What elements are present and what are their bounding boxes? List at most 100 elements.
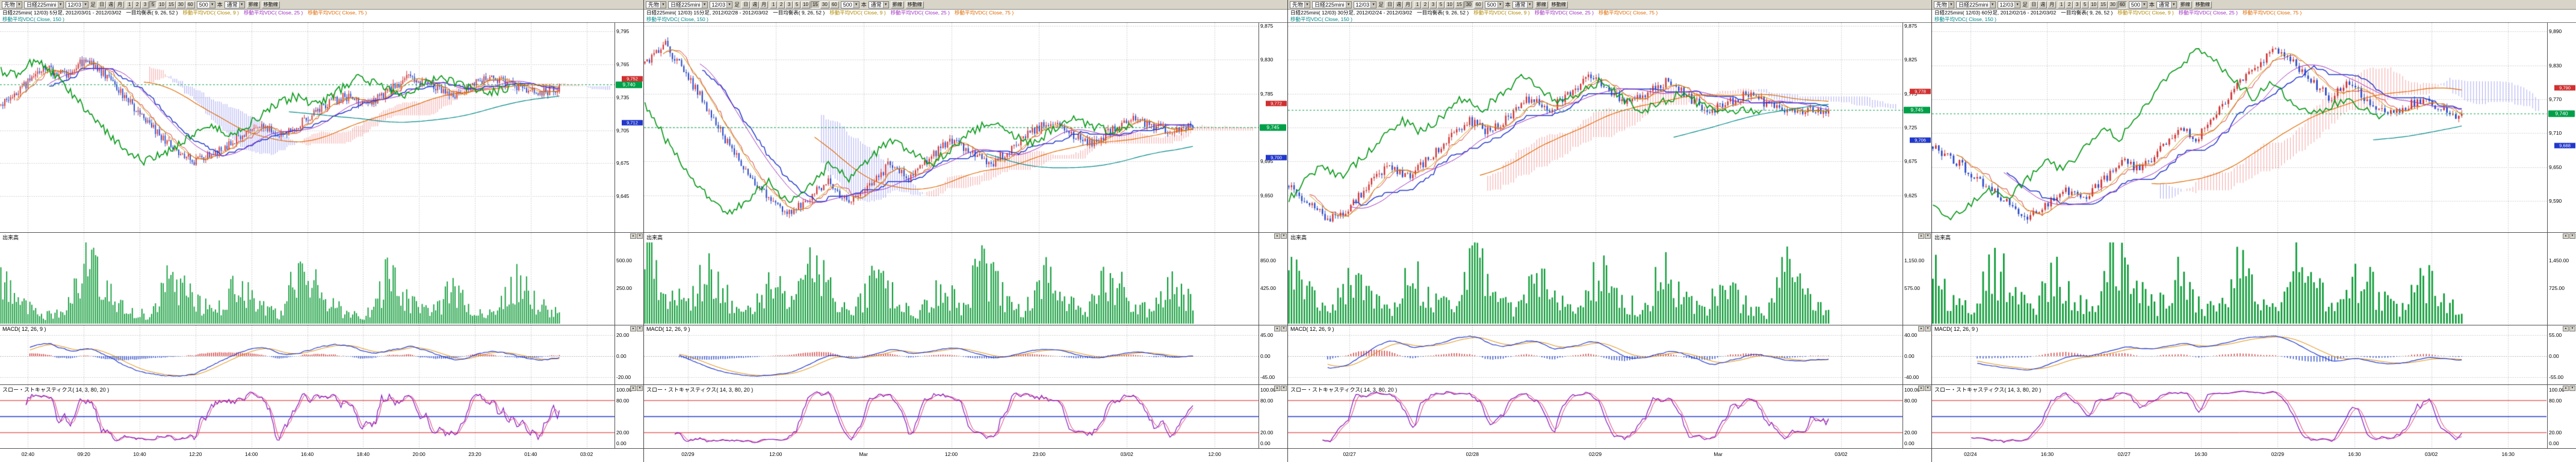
line-tool-button[interactable]: 罫線 — [891, 1, 904, 8]
collapse-down-button[interactable]: ▼ — [2569, 326, 2575, 331]
collapse-up-button[interactable]: ▲ — [2563, 386, 2569, 391]
collapse-up-button[interactable]: ▲ — [630, 233, 636, 239]
minute-button-1[interactable]: 1 — [126, 1, 133, 8]
chart-mode-select[interactable]: 通常▼ — [1512, 1, 1533, 8]
minute-button-15[interactable]: 15 — [2099, 1, 2108, 8]
minute-button-1[interactable]: 1 — [1414, 1, 1421, 8]
collapse-down-button[interactable]: ▼ — [1925, 326, 1931, 331]
chart-mode-select[interactable]: 通常▼ — [224, 1, 245, 8]
minute-button-15[interactable]: 15 — [811, 1, 820, 8]
minute-button-3[interactable]: 3 — [1429, 1, 1437, 8]
price-chart-canvas[interactable] — [0, 23, 615, 232]
price-chart-canvas[interactable] — [1288, 23, 1903, 232]
minute-button-60[interactable]: 60 — [2118, 1, 2127, 8]
contract-month-select[interactable]: 12/03▼ — [710, 1, 733, 8]
minute-button-2[interactable]: 2 — [2066, 1, 2073, 8]
minute-button-5[interactable]: 5 — [793, 1, 800, 8]
trendline-tool-button[interactable]: 移動線 — [2194, 1, 2212, 8]
contract-month-select[interactable]: 12/03▼ — [1998, 1, 2021, 8]
price-chart-canvas[interactable] — [644, 23, 1259, 232]
collapse-up-button[interactable]: ▲ — [1274, 233, 1280, 239]
minute-button-30[interactable]: 30 — [820, 1, 829, 8]
minute-button-60[interactable]: 60 — [1474, 1, 1483, 8]
trendline-tool-button[interactable]: 移動線 — [906, 1, 924, 8]
collapse-up-button[interactable]: ▲ — [1918, 233, 1924, 239]
collapse-up-button[interactable]: ▲ — [1274, 386, 1280, 391]
instrument-select[interactable]: 日経225mini▼ — [1312, 1, 1352, 8]
trendline-tool-button[interactable]: 移動線 — [262, 1, 280, 8]
instrument-select[interactable]: 日経225mini▼ — [24, 1, 64, 8]
period-button-月[interactable]: 月 — [760, 1, 768, 8]
stochastics-chart-canvas[interactable] — [644, 385, 1259, 448]
macd-chart-canvas[interactable] — [0, 325, 615, 384]
minute-button-2[interactable]: 2 — [1422, 1, 1429, 8]
market-select[interactable]: 先物▼ — [1290, 1, 1310, 8]
market-select[interactable]: 先物▼ — [2, 1, 22, 8]
minute-button-3[interactable]: 3 — [2073, 1, 2081, 8]
minute-button-10[interactable]: 10 — [801, 1, 810, 8]
minute-button-3[interactable]: 3 — [785, 1, 793, 8]
market-select[interactable]: 先物▼ — [1934, 1, 1954, 8]
collapse-up-button[interactable]: ▲ — [1918, 326, 1924, 331]
contract-month-select[interactable]: 12/03▼ — [1354, 1, 1377, 8]
period-button-月[interactable]: 月 — [1404, 1, 1412, 8]
collapse-down-button[interactable]: ▼ — [1281, 326, 1287, 331]
bar-count-select[interactable]: 500▼ — [1485, 1, 1503, 8]
minute-button-5[interactable]: 5 — [2081, 1, 2088, 8]
collapse-down-button[interactable]: ▼ — [637, 233, 643, 239]
period-button-日[interactable]: 日 — [742, 1, 750, 8]
minute-button-3[interactable]: 3 — [141, 1, 149, 8]
collapse-down-button[interactable]: ▼ — [1925, 233, 1931, 239]
stochastics-chart-canvas[interactable] — [1288, 385, 1903, 448]
minute-button-5[interactable]: 5 — [1437, 1, 1444, 8]
minute-button-10[interactable]: 10 — [1445, 1, 1454, 8]
period-button-週[interactable]: 週 — [2039, 1, 2047, 8]
period-button-月[interactable]: 月 — [2048, 1, 2056, 8]
macd-chart-canvas[interactable] — [644, 325, 1259, 384]
chart-mode-select[interactable]: 通常▼ — [868, 1, 889, 8]
chart-mode-select[interactable]: 通常▼ — [2156, 1, 2177, 8]
stochastics-chart-canvas[interactable] — [0, 385, 615, 448]
bar-count-select[interactable]: 500▼ — [197, 1, 215, 8]
collapse-up-button[interactable]: ▲ — [2563, 326, 2569, 331]
collapse-up-button[interactable]: ▲ — [630, 326, 636, 331]
line-tool-button[interactable]: 罫線 — [1535, 1, 1548, 8]
collapse-up-button[interactable]: ▲ — [630, 386, 636, 391]
volume-chart-canvas[interactable] — [1932, 233, 2547, 325]
minute-button-2[interactable]: 2 — [134, 1, 141, 8]
minute-button-60[interactable]: 60 — [830, 1, 839, 8]
volume-chart-canvas[interactable] — [1288, 233, 1903, 325]
minute-button-15[interactable]: 15 — [1455, 1, 1464, 8]
volume-chart-canvas[interactable] — [644, 233, 1259, 325]
period-button-週[interactable]: 週 — [751, 1, 759, 8]
collapse-up-button[interactable]: ▲ — [1918, 386, 1924, 391]
minute-button-2[interactable]: 2 — [778, 1, 785, 8]
minute-button-30[interactable]: 30 — [176, 1, 185, 8]
minute-button-1[interactable]: 1 — [770, 1, 777, 8]
minute-button-10[interactable]: 10 — [2089, 1, 2098, 8]
bar-count-select[interactable]: 500▼ — [2129, 1, 2147, 8]
collapse-down-button[interactable]: ▼ — [637, 326, 643, 331]
contract-month-select[interactable]: 12/03▼ — [66, 1, 89, 8]
period-button-日[interactable]: 日 — [98, 1, 106, 8]
collapse-down-button[interactable]: ▼ — [1925, 386, 1931, 391]
collapse-up-button[interactable]: ▲ — [1274, 326, 1280, 331]
stochastics-chart-canvas[interactable] — [1932, 385, 2547, 448]
collapse-down-button[interactable]: ▼ — [637, 386, 643, 391]
minute-button-60[interactable]: 60 — [186, 1, 195, 8]
minute-button-30[interactable]: 30 — [2108, 1, 2117, 8]
market-select[interactable]: 先物▼ — [646, 1, 666, 8]
volume-chart-canvas[interactable] — [0, 233, 615, 325]
minute-button-10[interactable]: 10 — [157, 1, 166, 8]
macd-chart-canvas[interactable] — [1932, 325, 2547, 384]
minute-button-5[interactable]: 5 — [149, 1, 156, 8]
period-button-日[interactable]: 日 — [1386, 1, 1394, 8]
trendline-tool-button[interactable]: 移動線 — [1550, 1, 1568, 8]
instrument-select[interactable]: 日経225mini▼ — [1956, 1, 1996, 8]
collapse-down-button[interactable]: ▼ — [2569, 233, 2575, 239]
period-button-月[interactable]: 月 — [116, 1, 124, 8]
minute-button-15[interactable]: 15 — [167, 1, 176, 8]
minute-button-1[interactable]: 1 — [2058, 1, 2065, 8]
period-button-週[interactable]: 週 — [1395, 1, 1403, 8]
collapse-down-button[interactable]: ▼ — [1281, 233, 1287, 239]
